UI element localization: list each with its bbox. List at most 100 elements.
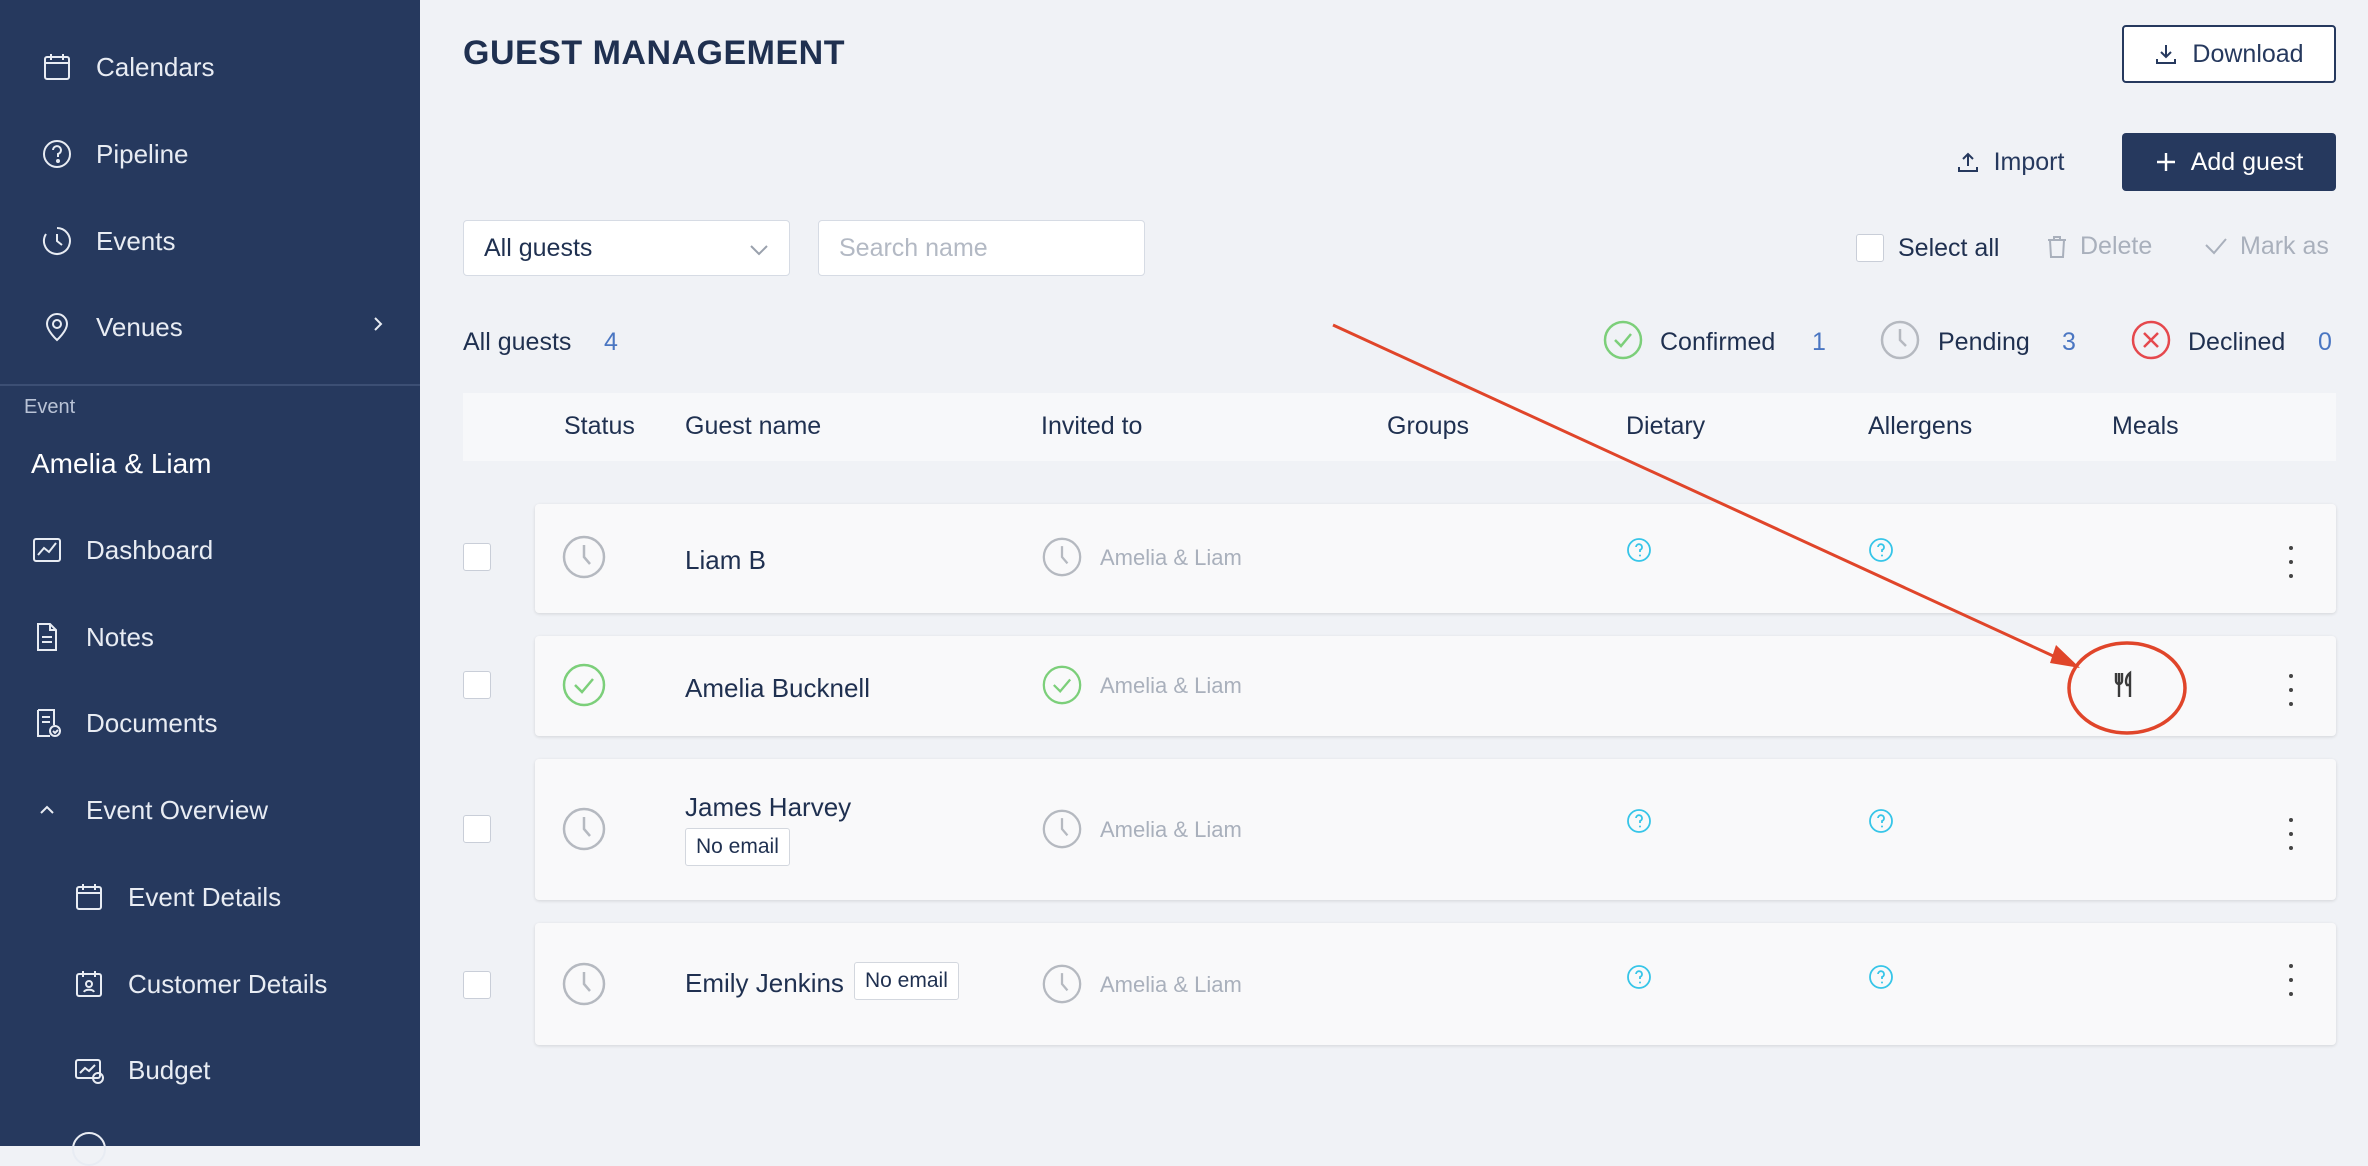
- sidebar-item-label: Calendars: [96, 51, 215, 82]
- pending-label[interactable]: Pending: [1938, 328, 2030, 357]
- column-invited-to[interactable]: Invited to: [1041, 412, 1142, 441]
- column-groups[interactable]: Groups: [1387, 412, 1469, 441]
- all-guests-label[interactable]: All guests: [463, 328, 571, 357]
- document-icon: [30, 620, 64, 654]
- column-meals[interactable]: Meals: [2112, 412, 2179, 441]
- declined-label[interactable]: Declined: [2188, 328, 2285, 357]
- guest-filter-value: All guests: [484, 233, 593, 262]
- partial-icon: [72, 1132, 106, 1166]
- mark-as-button[interactable]: Mark as: [2204, 232, 2329, 261]
- trash-icon: [2046, 235, 2068, 259]
- dietary-help-icon[interactable]: [1626, 964, 1652, 990]
- guest-filter-select[interactable]: All guests: [463, 220, 790, 276]
- import-button[interactable]: Import: [1944, 133, 2076, 191]
- row-checkbox[interactable]: [463, 971, 491, 999]
- chevron-up-icon: [30, 793, 64, 827]
- sidebar-item-venues[interactable]: Venues: [40, 310, 183, 344]
- all-guests-count: 4: [604, 328, 618, 356]
- guest-name[interactable]: James Harvey: [685, 792, 851, 823]
- page-title: GUEST MANAGEMENT: [463, 34, 845, 72]
- sidebar-item-customer-details[interactable]: Customer Details: [72, 967, 327, 1001]
- row-menu-icon[interactable]: [2281, 674, 2301, 706]
- pending-invite-icon: [1042, 964, 1082, 1004]
- row-menu-icon[interactable]: [2281, 964, 2301, 996]
- column-status[interactable]: Status: [564, 412, 635, 441]
- select-all-checkbox[interactable]: [1856, 234, 1884, 262]
- download-button[interactable]: Download: [2122, 25, 2336, 83]
- allergens-help-icon[interactable]: [1868, 964, 1894, 990]
- pending-status-icon: [562, 807, 606, 851]
- guest-name[interactable]: Liam B: [685, 545, 766, 576]
- sidebar-divider: [0, 384, 420, 386]
- mark-as-label: Mark as: [2240, 232, 2329, 260]
- calendar-icon: [40, 50, 74, 84]
- sidebar-item-pipeline[interactable]: Pipeline: [40, 137, 189, 171]
- search-input[interactable]: [818, 220, 1145, 276]
- sidebar-item-label: Event Overview: [86, 794, 269, 825]
- section-label: Event: [24, 396, 76, 418]
- no-email-badge: No email: [685, 828, 790, 866]
- column-allergens[interactable]: Allergens: [1868, 412, 1972, 441]
- sidebar-item-calendars[interactable]: Calendars: [40, 50, 215, 84]
- row-checkbox[interactable]: [463, 543, 491, 571]
- sidebar-item-events[interactable]: Events: [40, 224, 176, 258]
- sidebar-item-documents[interactable]: Documents: [30, 706, 218, 740]
- confirmed-invite-icon: [1042, 665, 1082, 705]
- fork-knife-icon[interactable]: [2112, 670, 2138, 700]
- pending-icon: [1880, 320, 1920, 360]
- guest-name[interactable]: Emily Jenkins: [685, 968, 844, 999]
- sidebar-item-label: Pipeline: [96, 138, 189, 169]
- budget-icon: [72, 1053, 106, 1087]
- add-guest-label: Add guest: [2190, 147, 2304, 176]
- pending-count: 3: [2062, 328, 2076, 356]
- dietary-help-icon[interactable]: [1626, 537, 1652, 563]
- invited-to: Amelia & Liam: [1100, 545, 1242, 570]
- no-email-badge: No email: [854, 962, 959, 1000]
- sidebar-item-label: Customer Details: [128, 968, 328, 999]
- table-row[interactable]: [535, 759, 2336, 900]
- sidebar-item-label: Event Details: [128, 881, 282, 912]
- sidebar-item-event-details[interactable]: Event Details: [72, 880, 281, 914]
- row-checkbox[interactable]: [463, 815, 491, 843]
- confirmed-label[interactable]: Confirmed: [1660, 328, 1775, 357]
- sidebar-item-budget[interactable]: Budget: [72, 1053, 210, 1087]
- event-name[interactable]: Amelia & Liam: [31, 448, 212, 480]
- invited-to: Amelia & Liam: [1100, 972, 1242, 997]
- pending-invite-icon: [1042, 537, 1082, 577]
- row-menu-icon[interactable]: [2281, 818, 2301, 850]
- sidebar-item-notes[interactable]: Notes: [30, 620, 154, 654]
- column-guest-name[interactable]: Guest name: [685, 412, 821, 441]
- column-dietary[interactable]: Dietary: [1626, 412, 1705, 441]
- guest-name[interactable]: Amelia Bucknell: [685, 673, 870, 704]
- add-guest-button[interactable]: Add guest: [2122, 133, 2336, 191]
- sidebar-item-dashboard[interactable]: Dashboard: [30, 533, 213, 567]
- pending-status-icon: [562, 962, 606, 1006]
- clock-history-icon: [40, 224, 74, 258]
- declined-count: 0: [2318, 328, 2332, 356]
- row-checkbox[interactable]: [463, 671, 491, 699]
- dietary-help-icon[interactable]: [1626, 808, 1652, 834]
- sidebar-item-label: Venues: [96, 311, 183, 342]
- document-check-icon: [30, 706, 64, 740]
- row-menu-icon[interactable]: [2281, 546, 2301, 578]
- calendar-icon: [72, 880, 106, 914]
- confirmed-icon: [1603, 320, 1643, 360]
- chevron-right-icon[interactable]: [370, 314, 386, 339]
- chart-line-icon: [30, 533, 64, 567]
- download-label: Download: [2192, 39, 2304, 68]
- allergens-help-icon[interactable]: [1868, 537, 1894, 563]
- map-pin-icon: [40, 310, 74, 344]
- plus-icon: [2155, 151, 2177, 173]
- sidebar-item-label: Budget: [128, 1054, 211, 1085]
- delete-label: Delete: [2080, 232, 2153, 260]
- delete-button[interactable]: Delete: [2046, 232, 2152, 261]
- pending-status-icon: [562, 535, 606, 579]
- sidebar-item-label: Events: [96, 225, 176, 256]
- confirmed-status-icon: [562, 663, 606, 707]
- table-row[interactable]: [535, 504, 2336, 613]
- sidebar-item-label: Notes: [86, 621, 154, 652]
- allergens-help-icon[interactable]: [1868, 808, 1894, 834]
- select-all-label[interactable]: Select all: [1898, 234, 1999, 263]
- upload-icon: [1956, 150, 1980, 174]
- sidebar-item-event-overview[interactable]: Event Overview: [30, 793, 268, 827]
